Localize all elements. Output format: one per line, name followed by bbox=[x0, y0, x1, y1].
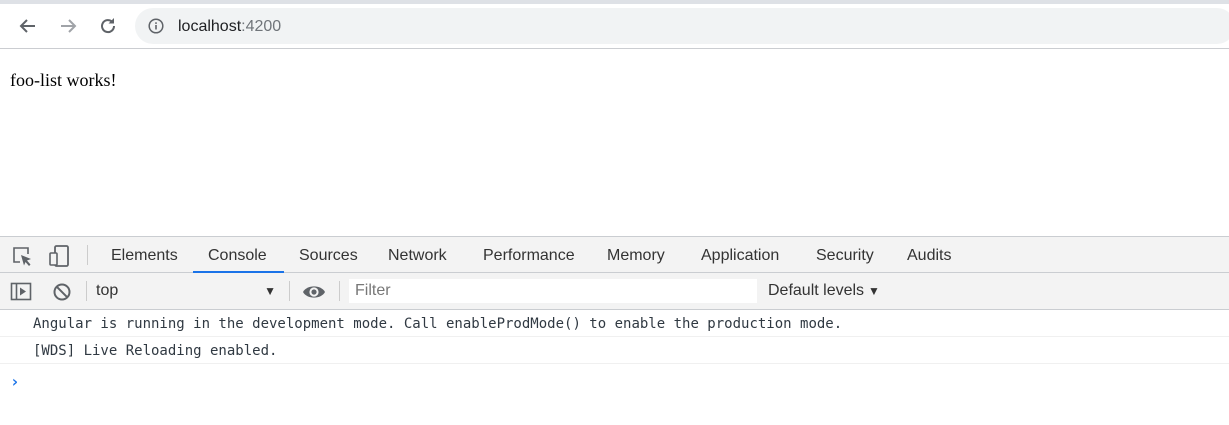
log-levels-dropdown[interactable]: Default levels ▼ bbox=[768, 279, 880, 303]
devtools-tab-bar: Elements Console Sources Network Perform… bbox=[0, 236, 1229, 273]
show-sidebar-button[interactable] bbox=[10, 281, 32, 303]
reload-icon bbox=[101, 18, 116, 34]
context-value: top bbox=[96, 282, 119, 299]
tab-console[interactable]: Console bbox=[208, 237, 267, 272]
device-mode-icon bbox=[49, 245, 69, 267]
execution-context-select[interactable]: top ▼ bbox=[96, 279, 278, 303]
url-text: localhost:4200 bbox=[178, 18, 281, 36]
page-body-text: foo-list works! bbox=[10, 70, 117, 90]
forward-button[interactable] bbox=[52, 10, 84, 42]
forward-arrow-icon bbox=[61, 19, 77, 33]
toolbar-divider bbox=[339, 281, 340, 301]
console-message: [WDS] Live Reloading enabled. bbox=[0, 337, 1229, 364]
console-prompt-icon[interactable]: › bbox=[10, 372, 20, 391]
toolbar-divider bbox=[289, 281, 290, 301]
inspect-element-button[interactable] bbox=[10, 245, 34, 267]
console-toolbar: top ▼ Default levels▼ bbox=[0, 273, 1229, 310]
eye-icon bbox=[303, 286, 325, 298]
devtools-panel: Elements Console Sources Network Perform… bbox=[0, 236, 1229, 425]
clear-console-button[interactable] bbox=[51, 281, 73, 303]
inspect-cursor-icon bbox=[13, 247, 31, 266]
dropdown-caret-icon: ▼ bbox=[264, 284, 276, 298]
tab-network[interactable]: Network bbox=[388, 237, 447, 272]
address-bar[interactable]: localhost:4200 bbox=[135, 8, 1229, 44]
url-host: localhost bbox=[178, 18, 242, 35]
tab-memory[interactable]: Memory bbox=[607, 237, 665, 272]
console-message-text: Angular is running in the development mo… bbox=[33, 316, 843, 332]
console-message-text: [WDS] Live Reloading enabled. bbox=[33, 343, 278, 359]
sidebar-toggle-icon bbox=[10, 282, 32, 301]
reload-button[interactable] bbox=[92, 10, 124, 42]
levels-label: Default levels bbox=[768, 282, 865, 299]
live-expression-button[interactable] bbox=[301, 281, 327, 303]
tab-elements[interactable]: Elements bbox=[111, 237, 178, 272]
dropdown-caret-icon: ▼ bbox=[868, 284, 880, 298]
tab-performance[interactable]: Performance bbox=[483, 237, 575, 272]
url-port: :4200 bbox=[241, 18, 282, 35]
back-arrow-icon bbox=[19, 19, 35, 33]
clear-block-icon bbox=[53, 283, 71, 301]
device-toolbar-button[interactable] bbox=[48, 243, 72, 269]
tab-application[interactable]: Application bbox=[701, 237, 779, 272]
tab-sources[interactable]: Sources bbox=[299, 237, 358, 272]
console-message: Angular is running in the development mo… bbox=[0, 310, 1229, 337]
back-button[interactable] bbox=[12, 10, 44, 42]
toolbar-divider bbox=[87, 245, 88, 265]
tab-audits[interactable]: Audits bbox=[907, 237, 951, 272]
toolbar-divider bbox=[86, 281, 87, 301]
console-filter-input[interactable] bbox=[349, 279, 757, 303]
tab-security[interactable]: Security bbox=[816, 237, 874, 272]
info-icon[interactable] bbox=[148, 18, 164, 34]
browser-toolbar: localhost:4200 bbox=[0, 4, 1229, 49]
